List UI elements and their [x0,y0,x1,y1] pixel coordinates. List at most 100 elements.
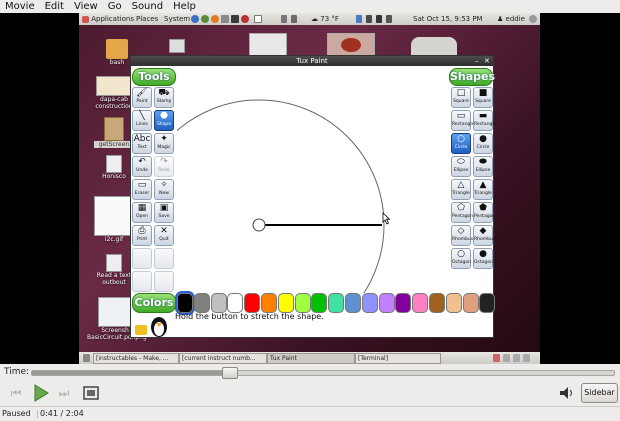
desktop-thumbnail [249,33,287,57]
seek-progress [32,371,229,375]
tool-new-button[interactable]: ✧ New [154,179,174,200]
menu-help[interactable]: Help [168,0,201,13]
menu-edit[interactable]: Edit [40,0,69,13]
tool-empty-slot [154,248,174,269]
color-swatch[interactable] [244,293,261,313]
color-swatch[interactable] [479,293,496,313]
tool-eraser-button[interactable]: ▭ Eraser [132,179,152,200]
minimize-icon[interactable]: – [475,57,479,65]
shape-pentagon-filled-button[interactable]: ⬟ Pentagon [473,202,495,223]
rhombus-icon: ◆ [479,226,487,236]
canvas-drawing [133,99,391,351]
color-swatch[interactable] [311,293,328,313]
shape-rhombus-filled-button[interactable]: ◆ Rhombus [473,225,495,246]
tool-undo-button[interactable]: ↶ Undo [132,156,152,177]
tool-magic-button[interactable]: ✦ Magic [154,133,174,154]
applications-menu: Applications [82,13,134,25]
menu-view[interactable]: View [69,0,103,13]
shape-rectangle-filled-button[interactable]: ▬ Rectangle [473,110,497,131]
tool-quit-button[interactable]: ✕ Quit [154,225,174,246]
previous-chapter-button[interactable]: ⏮ [5,382,27,404]
menu-go[interactable]: Go [103,0,127,13]
tools-header: Tools [132,68,176,86]
pentagon-icon: ⬟ [479,203,487,213]
color-swatch[interactable] [462,293,479,313]
volume-button[interactable] [555,382,577,404]
color-swatch[interactable] [294,293,311,313]
color-swatch[interactable] [177,293,193,313]
shape-circle-outline-button[interactable]: ○ Circle [451,133,471,154]
drawing-canvas[interactable] [133,67,449,351]
color-swatch[interactable] [345,293,361,313]
tool-shape-button[interactable]: ⬣ Shape [154,110,174,131]
color-swatch[interactable] [361,293,378,313]
tool-open-button[interactable]: ▦ Open [132,202,152,223]
shape-square-filled-button[interactable]: ■ Square [473,87,493,108]
close-icon[interactable]: ✕ [484,57,490,65]
color-swatch[interactable] [412,293,429,313]
color-swatch[interactable] [277,293,294,313]
tool-empty-slot [132,271,152,292]
shape-ellipse-filled-button[interactable]: ⬬ Ellipse [473,156,493,177]
shape-ellipse-outline-button[interactable]: ⬭ Ellipse [451,156,471,177]
ubuntu-logo-icon [82,15,89,23]
tool-save-button[interactable]: ▣ Save [154,202,174,223]
shape-label: Rhombus [452,237,474,242]
new-icon: ✧ [160,180,168,190]
tool-text-button[interactable]: Abc Text [132,133,152,154]
shape-label: Octagon [474,260,493,265]
color-swatch[interactable] [328,293,345,313]
workspace-icon [503,354,510,362]
color-swatch[interactable] [227,293,244,313]
fullscreen-button[interactable] [80,382,102,404]
shape-octagon-filled-button[interactable]: ● Octagon [473,248,493,269]
color-swatch[interactable] [378,293,395,313]
gnome-bottom-panel: [instructables - Make, ... [current inst… [79,352,540,364]
shape-rectangle-outline-button[interactable]: ▭ Rectangle [451,110,474,131]
gnome-top-panel: Applications Places System ☁ 73 °F Sat O… [79,13,540,25]
shape-label: Octagon [452,260,471,265]
workspace-icon [523,354,530,362]
tool-paint-button[interactable]: 🖌 Paint [132,87,152,108]
shape-label: Ellipse [475,168,491,173]
network-icon [281,15,287,23]
launcher-icon [241,15,249,23]
shape-pentagon-outline-button[interactable]: ⬠ Pentagon [451,202,474,223]
shape-circle-filled-button[interactable]: ● Circle [473,133,493,154]
tool-redo-button[interactable]: ↷ Redo [154,156,174,177]
color-swatch[interactable] [193,293,210,313]
shape-triangle-outline-button[interactable]: △ Triangle [451,179,471,200]
tool-stamp-button[interactable]: ⛟ Stamp [154,87,174,108]
play-button[interactable] [29,382,51,404]
tool-label: Open [135,214,149,219]
shape-label: Pentagon [452,214,474,219]
speaker-icon [560,387,572,399]
menu-movie[interactable]: Movie [0,0,40,13]
seek-slider[interactable] [31,367,615,379]
color-swatch[interactable] [395,293,412,313]
eraser-icon: ▭ [137,180,147,190]
shape-triangle-filled-button[interactable]: ▲ Triangle [473,179,493,200]
shape-rhombus-outline-button[interactable]: ◇ Rhombus [451,225,474,246]
color-swatch[interactable] [429,293,445,313]
user-menu: ♟ eddie [497,15,525,23]
tool-lines-button[interactable]: ╲ Lines [132,110,152,131]
video-area[interactable]: Applications Places System ☁ 73 °F Sat O… [0,13,620,364]
text-file-icon [106,254,122,272]
menu-sound[interactable]: Sound [127,0,169,13]
places-menu: Places [136,15,159,23]
seek-handle[interactable] [221,367,238,379]
undo-icon: ↶ [138,157,146,167]
task-tuxpaint: Tux Paint [267,353,355,364]
tux-penguin-icon [135,317,167,337]
sidebar-toggle-button[interactable]: Sidebar [581,383,618,403]
color-swatch[interactable] [445,293,462,313]
next-chapter-button[interactable]: ⏭ [53,382,75,404]
color-swatch[interactable] [261,293,277,313]
shape-label: Rectangle [474,122,497,127]
color-swatch[interactable] [210,293,227,313]
shape-square-outline-button[interactable]: □ Square [451,87,471,108]
tool-print-button[interactable]: ⎙ Print [132,225,152,246]
desktop-icon-getscreen: getScreen [94,117,134,148]
shape-octagon-outline-button[interactable]: ○ Octagon [451,248,471,269]
